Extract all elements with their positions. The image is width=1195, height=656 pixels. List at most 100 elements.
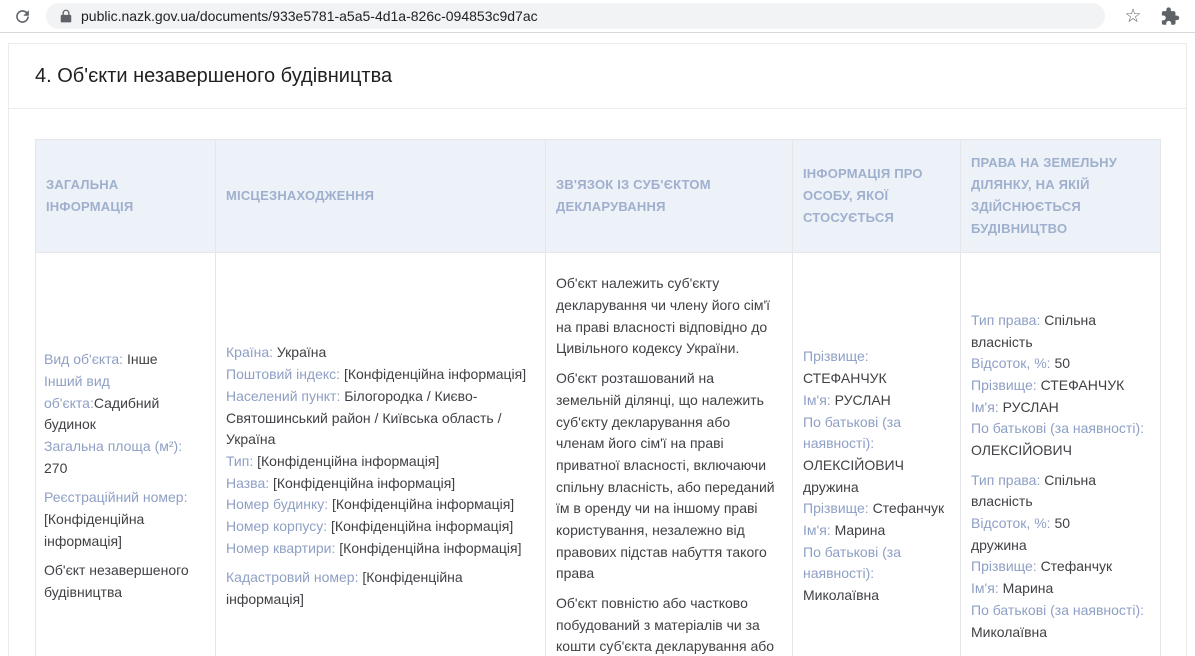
field-value: Миколаївна xyxy=(803,587,879,603)
field: Тип: [Конфіденційна інформація] xyxy=(226,451,535,473)
paragraph-text: Об'єкт розташований на земельній ділянці… xyxy=(556,370,775,581)
field: По батькові (за наявності): ОЛЕКСІЙОВИЧ xyxy=(971,418,1150,461)
field-value: 50 xyxy=(1054,515,1070,531)
field-label: Номер будинку: xyxy=(226,496,332,512)
field-label: Вид об'єкта: xyxy=(44,351,127,367)
field: Ім'я: РУСЛАН xyxy=(803,390,950,412)
field-label: Номер квартири: xyxy=(226,540,339,556)
field-value: [Конфіденційна інформація] xyxy=(331,518,513,534)
field-value: 270 xyxy=(44,460,67,476)
field: Ім'я: Марина xyxy=(803,520,950,542)
field-label: Тип: xyxy=(226,453,257,469)
field-value: [Конфіденційна інформація] xyxy=(344,366,526,382)
field-label: Ім'я: xyxy=(803,392,835,408)
field-value: РУСЛАН xyxy=(835,392,891,408)
paragraph: Об'єкт належить суб'єкту декларування чи… xyxy=(556,273,782,360)
field: Інший вид об'єкта:Садибний будинок xyxy=(44,371,207,436)
declaration-table: ЗАГАЛЬНА ІНФОРМАЦІЯ МІСЦЕЗНАХОДЖЕННЯ ЗВ'… xyxy=(35,139,1161,656)
field-value: Миколаївна xyxy=(971,624,1047,640)
field: По батькові (за наявності): ОЛЕКСІЙОВИЧ xyxy=(803,412,950,477)
field-label: Ім'я: xyxy=(971,399,1003,415)
field-value: 50 xyxy=(1054,355,1070,371)
field-label: Ім'я: xyxy=(803,522,835,538)
field-label: По батькові (за наявності): xyxy=(971,420,1144,436)
url-bar[interactable]: public.nazk.gov.ua/documents/933e5781-a5… xyxy=(46,3,1105,29)
field: Тип права: Спільна власність xyxy=(971,470,1150,513)
field-label: Прізвище: xyxy=(971,558,1041,574)
column-header-land-rights: ПРАВА НА ЗЕМЕЛЬНУ ДІЛЯНКУ, НА ЯКІЙ ЗДІЙС… xyxy=(961,140,1161,253)
cell-location: Країна: УкраїнаПоштовий індекс: [Конфіде… xyxy=(216,253,546,656)
field-value: РУСЛАН xyxy=(1003,399,1059,415)
field-value: [Конфіденційна інформація] xyxy=(273,475,455,491)
field: По батькові (за наявності): Миколаївна xyxy=(803,542,950,607)
field: По батькові (за наявності): Миколаївна xyxy=(971,600,1150,643)
puzzle-piece-icon xyxy=(1159,6,1180,27)
cell-person-concerned: Прізвище: СТЕФАНЧУКІм'я: РУСЛАНПо батько… xyxy=(793,253,961,656)
field: Ім'я: Марина xyxy=(971,578,1150,600)
bookmark-star-icon: ☆ xyxy=(1124,7,1141,26)
field-value: [Конфіденційна інформація] xyxy=(339,540,521,556)
field-label: Тип права: xyxy=(971,312,1044,328)
paragraph: Об'єкт розташований на земельній ділянці… xyxy=(556,368,782,585)
field: Номер корпусу: [Конфіденційна інформація… xyxy=(226,516,535,538)
field-label: Тип права: xyxy=(971,472,1044,488)
field-label: Країна: xyxy=(226,344,277,360)
field-value: Україна xyxy=(277,344,326,360)
field: Поштовий індекс: [Конфіденційна інформац… xyxy=(226,364,535,386)
column-header-general-info: ЗАГАЛЬНА ІНФОРМАЦІЯ xyxy=(36,140,216,253)
field-value: СТЕФАНЧУК xyxy=(1041,377,1125,393)
browser-toolbar: public.nazk.gov.ua/documents/933e5781-a5… xyxy=(0,0,1195,33)
column-header-location: МІСЦЕЗНАХОДЖЕННЯ xyxy=(216,140,546,253)
field: Кадастровий номер: [Конфіденційна інформ… xyxy=(226,567,535,610)
field: Об'єкт незавершеного будівництва xyxy=(44,560,207,603)
field-label: Прізвище: xyxy=(971,377,1041,393)
paragraph: Об'єкт повністю або частково побудований… xyxy=(556,593,782,656)
field: Прізвище: Стефанчук xyxy=(971,556,1150,578)
field-value: [Конфіденційна інформація] xyxy=(332,496,514,512)
field-label: Відсоток, %: xyxy=(971,355,1054,371)
field-value: дружина xyxy=(803,479,859,495)
paragraph-text: Об'єкт повністю або частково побудований… xyxy=(556,595,774,656)
field-label: По батькові (за наявності): xyxy=(803,544,901,582)
field: Номер будинку: [Конфіденційна інформація… xyxy=(226,494,535,516)
page-title: 4. Об'єкти незавершеного будівництва xyxy=(35,65,1160,88)
field-label: Поштовий індекс: xyxy=(226,366,344,382)
field-value: дружина xyxy=(971,537,1027,553)
bookmark-star-button[interactable]: ☆ xyxy=(1121,4,1145,28)
field-value: Марина xyxy=(835,522,886,538)
field: Прізвище: СТЕФАНЧУК xyxy=(971,375,1150,397)
field-label: Ім'я: xyxy=(971,580,1003,596)
field: Номер квартири: [Конфіденційна інформаці… xyxy=(226,538,535,560)
field-label: Назва: xyxy=(226,475,273,491)
field-label: Населений пункт: xyxy=(226,388,344,404)
field-label: По батькові (за наявності): xyxy=(803,414,901,452)
cell-general-info: Вид об'єкта: Інше Інший вид об'єкта:Садиб… xyxy=(36,253,216,656)
field-value: Марина xyxy=(1003,580,1054,596)
field-label: Відсоток, %: xyxy=(971,515,1054,531)
table-section: ЗАГАЛЬНА ІНФОРМАЦІЯ МІСЦЕЗНАХОДЖЕННЯ ЗВ'… xyxy=(9,109,1186,656)
field: Прізвище: Стефанчук xyxy=(803,498,950,520)
field: Реєстраційний номер: [Конфіденційна інфо… xyxy=(44,487,207,552)
field-value: [Конфіденційна інформація] xyxy=(44,511,144,549)
field-value: Об'єкт незавершеного будівництва xyxy=(44,562,189,600)
field: Прізвище: СТЕФАНЧУК xyxy=(803,346,950,389)
field-label: Прізвище: xyxy=(803,348,869,364)
cell-relation-to-declarant: Об'єкт належить суб'єкту декларування чи… xyxy=(546,253,793,656)
field: Країна: Україна xyxy=(226,342,535,364)
field-label: Прізвище: xyxy=(803,500,873,516)
header-row: ЗАГАЛЬНА ІНФОРМАЦІЯ МІСЦЕЗНАХОДЖЕННЯ ЗВ'… xyxy=(36,140,1161,253)
padlock-icon[interactable] xyxy=(60,9,72,23)
paragraph-text: Об'єкт належить суб'єкту декларування чи… xyxy=(556,275,770,356)
column-header-person-concerned: ІНФОРМАЦІЯ ПРО ОСОБУ, ЯКОЇ СТОСУЄТЬСЯ xyxy=(793,140,961,253)
reload-button[interactable] xyxy=(10,4,34,28)
field-value: Інше xyxy=(127,351,158,367)
field: дружина xyxy=(971,535,1150,557)
field: Загальна площа (м²): 270 xyxy=(44,436,207,479)
extensions-button[interactable] xyxy=(1157,4,1181,28)
field: Відсоток, %: 50 xyxy=(971,353,1150,375)
field: дружина xyxy=(803,477,950,499)
table-row: Вид об'єкта: Інше Інший вид об'єкта:Садиб… xyxy=(36,253,1161,656)
url-text[interactable]: public.nazk.gov.ua/documents/933e5781-a5… xyxy=(81,8,538,24)
cell-land-rights: Тип права: Спільна власність Відсоток, %:… xyxy=(961,253,1161,656)
document-card: 4. Об'єкти незавершеного будівництва ЗАГ… xyxy=(8,43,1187,656)
